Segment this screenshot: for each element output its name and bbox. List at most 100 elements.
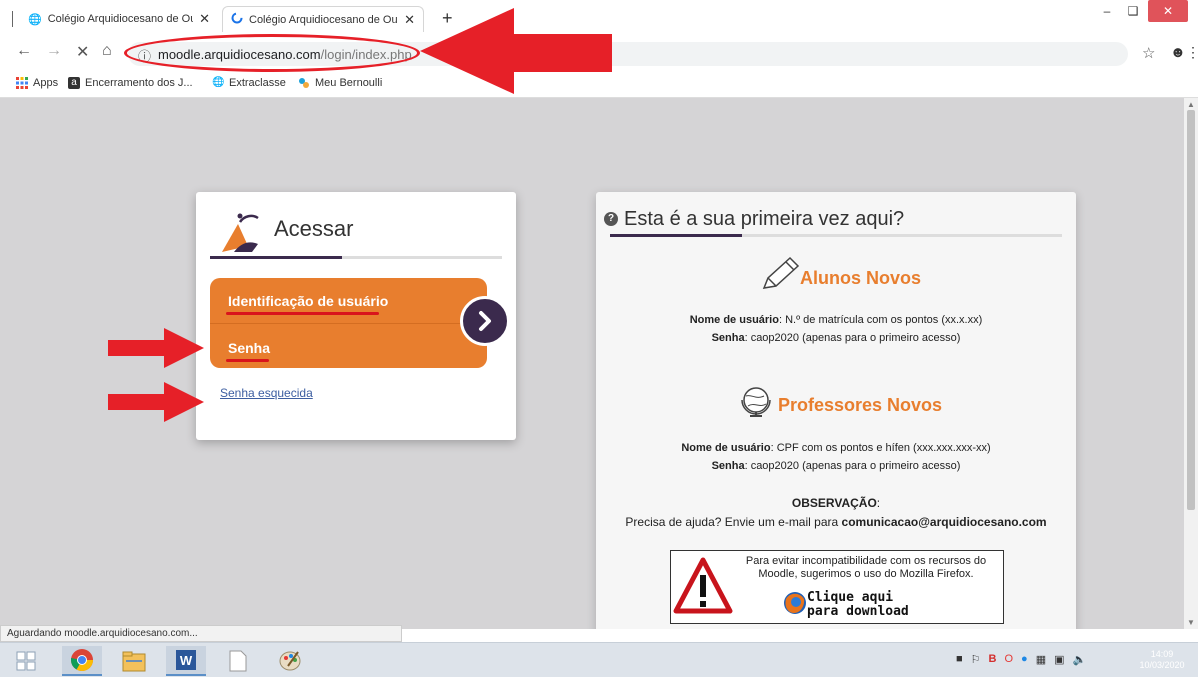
paint-taskbar-button[interactable]: [270, 646, 310, 676]
windows-taskbar: W ■ ⚐ B O ● ▦ ▣ 🔈 14:09 10/03/2020: [0, 642, 1198, 677]
taskbar-clock[interactable]: 14:09 10/03/2020: [1132, 649, 1192, 671]
bookmark-meu-bernoulli[interactable]: Meu Bernoulli: [298, 77, 382, 89]
help-text: Precisa de ajuda? Envie um e-mail para c…: [596, 515, 1076, 529]
bookmark-encerramento[interactable]: a Encerramento dos J...: [68, 77, 193, 89]
value: : N.º de matrícula com os pontos (xx.x.x…: [778, 314, 983, 326]
window-restore-button[interactable]: ❑: [1120, 0, 1146, 22]
help-email[interactable]: comunicacao@arquidiocesano.com: [842, 515, 1047, 529]
scrollbar-thumb[interactable]: [1187, 110, 1195, 510]
label: Nome de usuário: [689, 314, 779, 326]
obs-colon: :: [876, 496, 881, 510]
globe-icon: [738, 384, 774, 425]
browser-menu-icon[interactable]: ⋮: [1186, 44, 1198, 61]
firefox-download-link[interactable]: Clique aqui para download: [807, 591, 909, 619]
alunos-username-info: Nome de usuário: N.º de matrícula com os…: [596, 314, 1076, 326]
volume-icon[interactable]: 🔈: [1073, 653, 1087, 666]
blank-document-icon: [229, 650, 247, 672]
page-scrollbar[interactable]: ▲ ▼: [1184, 98, 1198, 629]
home-icon[interactable]: ⌂: [102, 42, 112, 60]
link-line-2: para download: [807, 604, 909, 619]
notepad-taskbar-button[interactable]: [218, 646, 258, 676]
back-arrow-icon[interactable]: ←: [16, 42, 32, 60]
help-prefix: Precisa de ajuda? Envie um e-mail para: [625, 515, 842, 529]
bookmark-a-icon: a: [68, 77, 80, 89]
tray-blue-icon[interactable]: ●: [1021, 653, 1028, 666]
login-fields-box: Identificação de usuário Senha: [210, 278, 487, 368]
browser-tab-2[interactable]: Colégio Arquidiocesano de Ouro ✕: [222, 6, 424, 32]
bookmark-apps[interactable]: Apps: [16, 77, 58, 89]
value: : CPF com os pontos e hífen (xxx.xxx.xxx…: [770, 442, 991, 454]
label: Nome de usuário: [681, 442, 771, 454]
globe-icon: 🌐: [28, 13, 42, 26]
professores-novos-title: Professores Novos: [778, 395, 943, 415]
chevron-right-icon: [479, 311, 491, 331]
tab-title: Colégio Arquidiocesano de Ouro: [249, 13, 399, 26]
professores-username-info: Nome de usuário: CPF com os pontos e híf…: [596, 442, 1076, 454]
login-submit-button[interactable]: [460, 296, 510, 346]
observacao-heading: OBSERVAÇÃO:: [596, 496, 1076, 510]
bookmark-label: Apps: [33, 77, 59, 89]
login-title: Acessar: [274, 216, 354, 241]
file-explorer-taskbar-button[interactable]: [114, 646, 154, 676]
globe-icon: 🌐: [212, 77, 225, 88]
flag-icon[interactable]: ⚐: [971, 653, 981, 666]
loading-spinner-icon: [231, 12, 243, 27]
value: : caop2020 (apenas para o primeiro acess…: [744, 332, 961, 344]
question-circle-icon: ?: [604, 212, 618, 226]
window-minimize-button[interactable]: –: [1094, 0, 1120, 22]
warning-triangle-icon: [673, 557, 733, 620]
svg-text:W: W: [180, 653, 193, 668]
alunos-password-info: Senha: caop2020 (apenas para o primeiro …: [596, 332, 1076, 344]
apps-grid-icon: [16, 77, 28, 89]
chat-icon[interactable]: ▣: [1054, 653, 1064, 666]
annotation-url-oval: [124, 34, 420, 72]
annotation-arrow-username: [108, 382, 204, 422]
system-tray: ■ ⚐ B O ● ▦ ▣ 🔈: [956, 653, 1086, 666]
bookmark-label: Extraclasse: [229, 77, 286, 89]
info-title: Esta é a sua primeira vez aqui?: [624, 208, 905, 230]
forgot-password-link[interactable]: Senha esquecida: [220, 386, 313, 400]
pencil-icon: [760, 256, 800, 297]
value: : caop2020 (apenas para o primeiro acess…: [744, 460, 961, 472]
tab-close-icon[interactable]: ✕: [199, 11, 210, 27]
username-input[interactable]: Identificação de usuário: [228, 293, 388, 309]
clock-date: 10/03/2020: [1139, 660, 1185, 670]
browser-tab-1[interactable]: 🌐 Colégio Arquidiocesano de Ouro ✕: [20, 6, 218, 32]
bookmark-label: Encerramento dos J...: [85, 77, 193, 89]
tray-app-icon[interactable]: ■: [956, 653, 963, 666]
label: Senha: [711, 460, 745, 472]
tab-close-icon[interactable]: ✕: [404, 12, 415, 28]
windows-start-button[interactable]: [6, 646, 46, 676]
forward-arrow-icon[interactable]: →: [46, 42, 62, 60]
bookmark-star-icon[interactable]: ☆: [1142, 44, 1155, 62]
tray-b-icon[interactable]: B: [989, 653, 997, 666]
password-input[interactable]: Senha: [228, 340, 270, 356]
network-icon[interactable]: ▦: [1036, 653, 1046, 666]
folder-icon: [122, 651, 146, 672]
window-close-button[interactable]: ✕: [1148, 0, 1188, 22]
chrome-icon: [71, 649, 93, 671]
browser-status-bar: Aguardando moodle.arquidiocesano.com...: [0, 625, 402, 642]
annotation-arrow-url: [420, 8, 612, 94]
word-taskbar-button[interactable]: W: [166, 646, 206, 676]
firefox-logo-icon: [783, 591, 807, 620]
professores-password-info: Senha: caop2020 (apenas para o primeiro …: [596, 460, 1076, 472]
tab-separator: [12, 11, 13, 27]
bookmark-extraclasse[interactable]: 🌐 Extraclasse: [212, 77, 286, 89]
clock-time: 14:09: [1150, 649, 1174, 659]
tab-title: Colégio Arquidiocesano de Ouro: [47, 13, 194, 25]
bernoulli-icon: [298, 77, 310, 89]
stop-icon[interactable]: ✕: [76, 42, 89, 62]
bookmark-label: Meu Bernoulli: [315, 77, 383, 89]
annotation-underline-password: [226, 359, 269, 362]
title-underline-accent: [210, 256, 342, 259]
info-title-underline-accent: [610, 234, 742, 237]
chrome-taskbar-button[interactable]: [62, 646, 102, 676]
school-logo-icon: [218, 210, 268, 256]
first-time-info-card: ? Esta é a sua primeira vez aqui? Alunos…: [596, 192, 1076, 629]
field-divider: [210, 323, 487, 324]
account-icon[interactable]: ☻: [1170, 44, 1186, 61]
scroll-down-icon[interactable]: ▼: [1187, 618, 1195, 627]
scroll-up-icon[interactable]: ▲: [1187, 100, 1195, 109]
opera-icon[interactable]: O: [1004, 653, 1013, 666]
